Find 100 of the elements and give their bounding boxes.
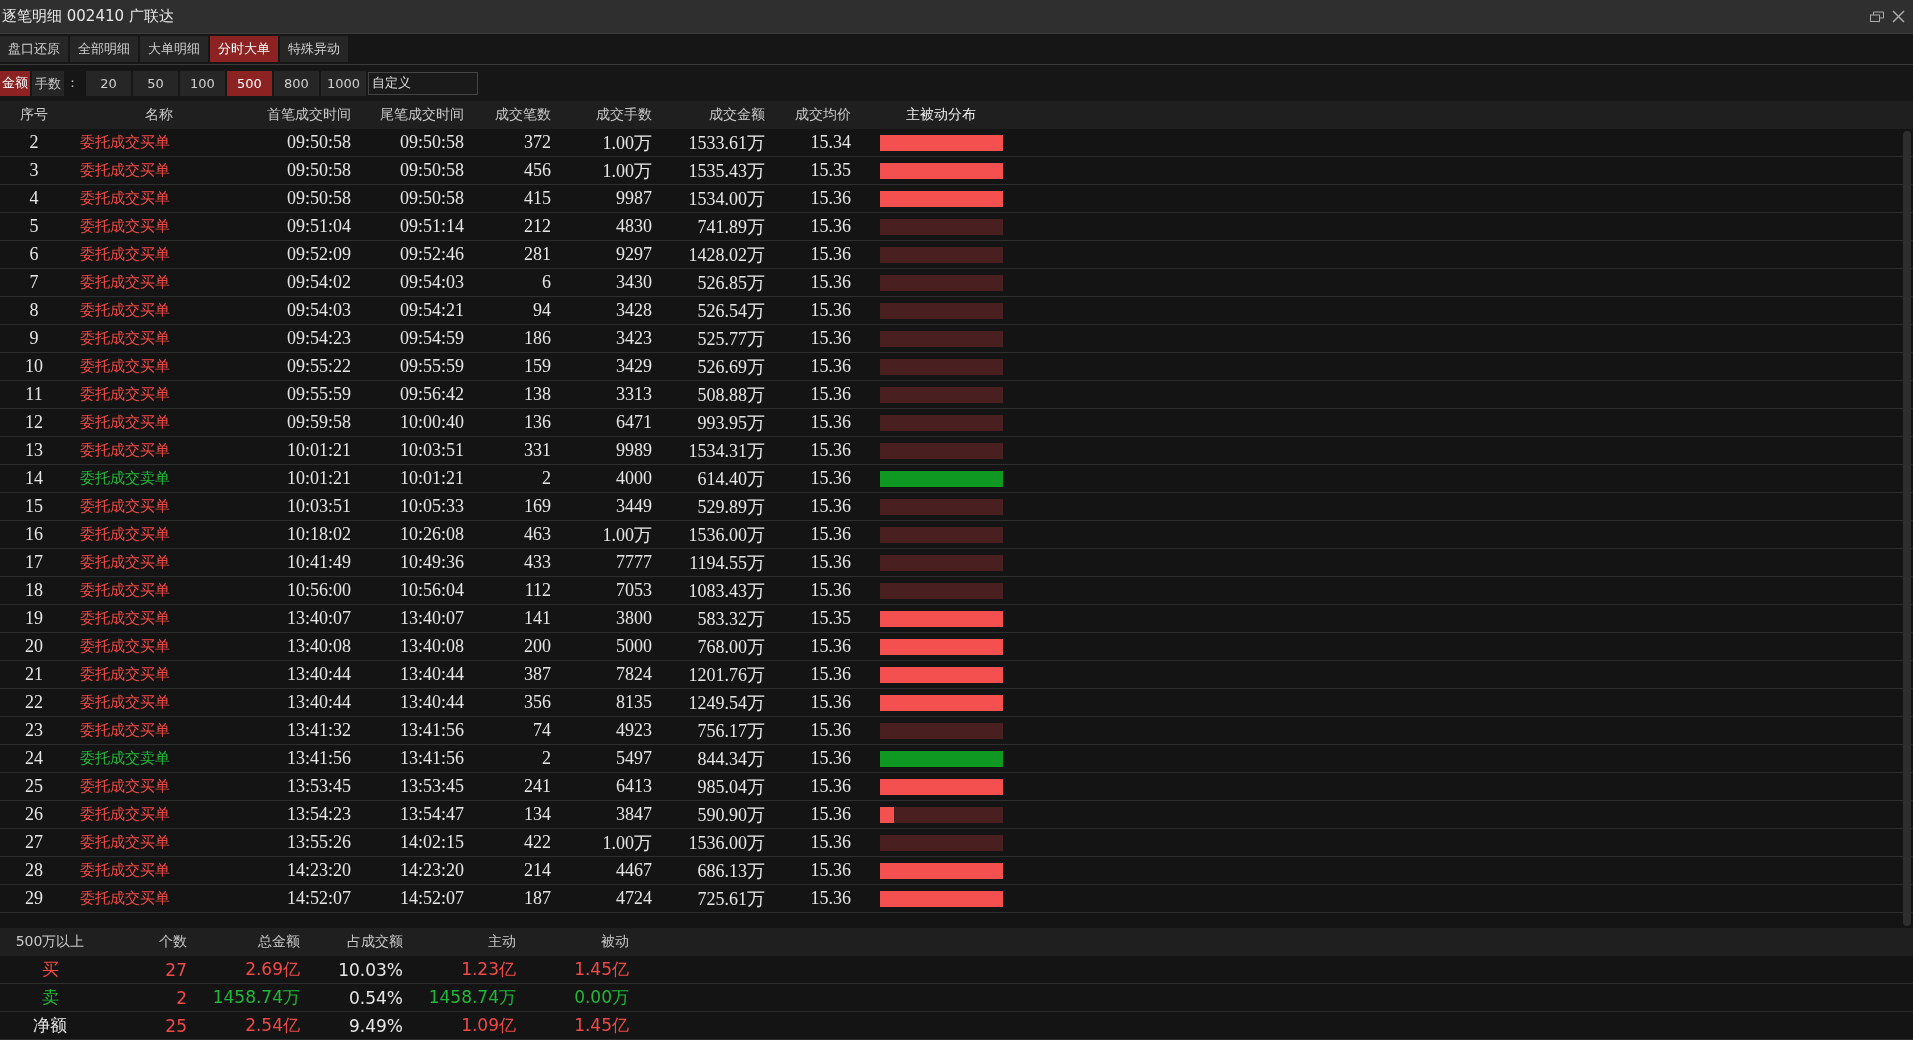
tab[interactable]: 分时大单 [210,36,278,62]
table-cell-text: 2 [541,468,551,489]
table-cell-text: 09:54:03 [286,300,351,321]
amount-toggle[interactable]: 金额 [0,70,30,96]
column-header: 个数 [158,933,187,951]
table-cell-text: 20 [24,636,44,657]
table-cell-text: 372 [523,132,551,153]
table-cell-text: 10:26:08 [399,524,464,545]
table-cell-text: 3847 [615,804,652,825]
table-cell-text: 0.54% [348,987,403,1008]
table-cell-text: 13:53:45 [286,776,351,797]
lot-option[interactable]: 20 [86,70,131,96]
table-cell-text: 14:52:07 [399,888,464,909]
table-cell-text: 13:41:56 [399,748,464,769]
column-header: 成交手数 [595,106,652,124]
table-cell-text: 09:52:46 [399,244,464,265]
table-cell-text: 委托成交卖单 [79,749,171,768]
table-cell-text: 15.36 [809,384,851,405]
table-cell-text: 4923 [615,720,652,741]
table-cell-text: 1201.76万 [687,663,765,687]
table-cell-text: 415 [523,188,551,209]
table-cell-text: 7 [28,272,40,293]
table-cell-text: 1.00万 [601,131,652,155]
table-cell-text: 112 [523,580,551,601]
table-cell-text: 136 [523,412,551,433]
tab[interactable]: 特殊异动 [280,36,348,62]
table-cell-text: 09:55:59 [399,356,464,377]
table-cell-text: 525.77万 [696,327,765,351]
table-cell-text: 委托成交买单 [79,637,171,656]
table-cell-text: 5497 [615,748,652,769]
column-header: 首笔成交时间 [266,106,351,124]
lot-option[interactable]: 500 [227,70,272,96]
table-cell-text: 15.36 [809,636,851,657]
table-cell-text: 14:02:15 [399,832,464,853]
table-cell-text: 3313 [615,384,652,405]
column-header: 占成交额 [346,933,403,951]
table-cell-text: 委托成交买单 [79,133,171,152]
table-cell-text: 9987 [615,188,652,209]
column-header: 主动 [487,933,516,951]
table-cell-text: 4000 [615,468,652,489]
table-cell-text: 74 [532,720,551,741]
table-cell-text: 15.34 [809,132,851,153]
table-cell-text: 委托成交买单 [79,385,171,404]
table-cell-text: 741.89万 [696,215,765,239]
table-cell-text: 1533.61万 [687,131,765,155]
table-cell-text: 09:50:58 [286,160,351,181]
table-cell-text: 8 [28,300,40,321]
lot-option[interactable]: 1000 [321,70,366,96]
table-cell-text: 94 [532,300,551,321]
table-cell-text: 委托成交买单 [79,217,171,236]
table-cell-text: 10:03:51 [399,440,464,461]
table-cell-text: 1.23亿 [460,958,516,981]
table-cell-text: 15.36 [809,244,851,265]
table-cell-text: 3428 [615,300,652,321]
table-cell-text: 15.35 [809,608,851,629]
tab[interactable]: 全部明细 [70,36,138,62]
lot-option[interactable]: 50 [133,70,178,96]
table-cell-text: 433 [523,552,551,573]
close-icon[interactable] [1892,10,1905,23]
table-cell-text: 委托成交买单 [79,777,171,796]
scrollbar[interactable] [1903,131,1911,926]
table-cell-text: 200 [523,636,551,657]
column-header: 序号 [19,106,49,124]
custom-input-field[interactable]: 自定义 [368,71,478,95]
column-header: 被动 [600,933,629,951]
table-cell-text: 净额 [32,1014,68,1037]
restore-icon[interactable] [1870,11,1884,22]
tab[interactable]: 盘口还原 [0,36,68,62]
tab[interactable]: 大单明细 [140,36,208,62]
column-header: 500万以上 [14,933,86,951]
table-cell-text: 09:50:58 [399,188,464,209]
table-cell-text: 09:54:21 [399,300,464,321]
table-cell-text: 0.00万 [573,986,629,1009]
lot-option[interactable]: 100 [180,70,225,96]
lot-option[interactable]: 800 [274,70,319,96]
table-cell-text: 281 [523,244,551,265]
table-cell-text: 09:54:23 [286,328,351,349]
table-cell-text: 13:40:07 [399,608,464,629]
table-cell-text: 1534.00万 [687,187,765,211]
table-cell-text: 委托成交卖单 [79,469,171,488]
table-cell-text: 委托成交买单 [79,721,171,740]
table-cell-text: 委托成交买单 [79,609,171,628]
table-cell-text: 10:41:49 [286,552,351,573]
table-cell-text: 09:50:58 [399,132,464,153]
lots-label: 手数 [32,70,64,96]
table-cell-text: 委托成交买单 [79,329,171,348]
table-cell-text: 10:01:21 [286,468,351,489]
table-cell-text: 14:23:20 [286,860,351,881]
column-header: 总金额 [257,933,300,951]
table-cell-text: 13:55:26 [286,832,351,853]
table-cell-text: 590.90万 [696,803,765,827]
table-cell-text: 187 [523,888,551,909]
table-cell-text: 委托成交买单 [79,413,171,432]
table-cell-text: 15.36 [809,580,851,601]
table-cell-text: 买 [40,958,60,981]
table-cell-text: 14 [24,468,44,489]
table-cell-text: 583.32万 [696,607,765,631]
table-cell-text: 526.69万 [696,355,765,379]
table-cell-text: 15.36 [809,412,851,433]
table-cell-text: 10:49:36 [399,552,464,573]
